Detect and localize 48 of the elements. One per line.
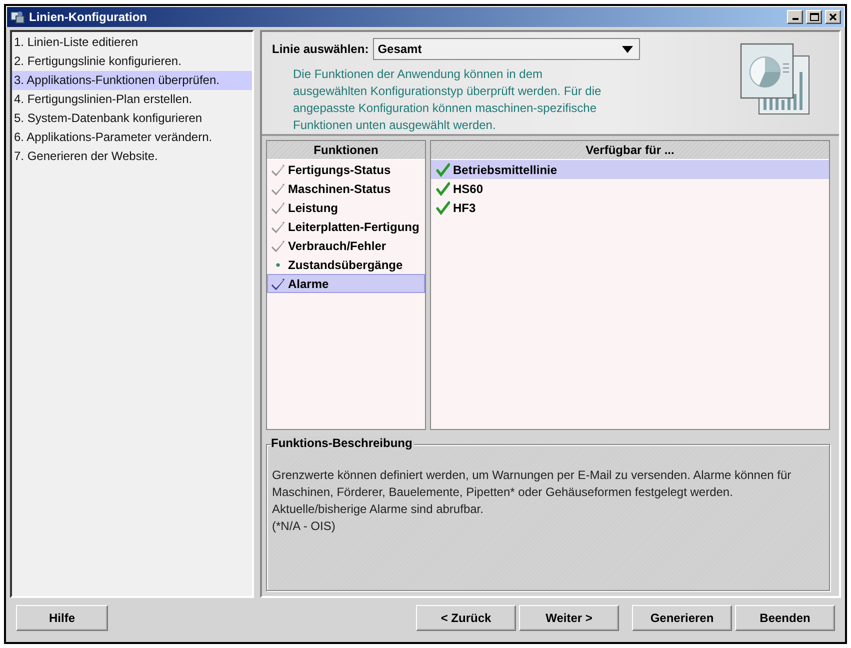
check-icon <box>271 200 285 214</box>
available-item[interactable]: HF3 <box>431 198 829 217</box>
available-item[interactable]: Betriebsmittellinie <box>431 160 829 179</box>
function-item[interactable]: Fertigungs-Status <box>267 160 425 179</box>
check-icon <box>271 162 285 176</box>
function-item[interactable]: Maschinen-Status <box>267 179 425 198</box>
step-item[interactable]: 3. Applikations-Funktionen überprüfen. <box>12 71 252 90</box>
back-button[interactable]: < Zurück <box>416 605 516 631</box>
window-title: Linien-Konfiguration <box>29 10 148 24</box>
description-text: (*N/A - OIS) <box>272 518 336 535</box>
generate-button[interactable]: Generieren <box>632 605 732 631</box>
function-item[interactable]: Leiterplatten-Fertigung <box>267 217 425 236</box>
step-item[interactable]: 5. System-Datenbank konfigurieren <box>12 109 252 128</box>
step-item[interactable]: 6. Applikations-Parameter verändern. <box>12 128 252 147</box>
help-button[interactable]: Hilfe <box>16 605 108 631</box>
app-icon <box>10 9 26 25</box>
next-button[interactable]: Weiter > <box>519 605 619 631</box>
check-icon <box>271 238 285 252</box>
group-title: Funktions-Beschreibung <box>271 436 414 450</box>
check-icon <box>436 182 450 196</box>
function-item[interactable]: Alarme <box>267 274 425 293</box>
maximize-button[interactable] <box>806 10 822 24</box>
check-icon <box>271 182 285 196</box>
field-label: Linie auswählen: <box>272 42 369 56</box>
check-icon <box>436 200 450 214</box>
column-header: Verfügbar für ... <box>431 141 829 160</box>
close-button[interactable] <box>825 10 841 24</box>
check-icon <box>271 220 285 234</box>
function-item[interactable]: Zustandsübergänge <box>267 255 425 274</box>
available-item[interactable]: HS60 <box>431 179 829 198</box>
step-item[interactable]: 7. Generieren der Website. <box>12 147 252 166</box>
function-item[interactable]: Leistung <box>267 198 425 217</box>
finish-button[interactable]: Beenden <box>735 605 835 631</box>
description-text: Grenzwerte können definiert werden, um Warnungen per E-Mail zu versenden. Alarme können für Maschinen, Förderer, Bauelemente, Pipetten* oder Gehäuseformen festgelegt werden. Aktuelle/bisherige Alarme sind abrufbar. <box>272 467 792 518</box>
dropdown-arrow-icon <box>622 46 633 52</box>
step-item[interactable]: 1. Linien-Liste editieren <box>12 33 252 52</box>
line-dropdown[interactable]: Gesamt <box>372 38 640 60</box>
minimize-icon <box>792 18 798 20</box>
step-item[interactable]: 2. Fertigungslinie konfigurieren. <box>12 52 252 71</box>
function-item[interactable]: Verbrauch/Fehler <box>267 236 425 255</box>
minimize-button[interactable] <box>787 10 803 24</box>
check-icon <box>271 276 285 290</box>
check-icon <box>436 162 450 176</box>
close-icon <box>827 11 839 23</box>
maximize-icon <box>808 11 820 23</box>
column-header: Funktionen <box>267 141 425 160</box>
step-item[interactable]: 4. Fertigungslinien-Plan erstellen. <box>12 90 252 109</box>
intro-text: Die Funktionen der Anwendung können in dem ausgewählten Konfigurationstyp überprüft werden. Für die angepasste Konfiguration können maschinen-spezifische Funktionen unten ausgewählt werden. <box>293 66 602 134</box>
